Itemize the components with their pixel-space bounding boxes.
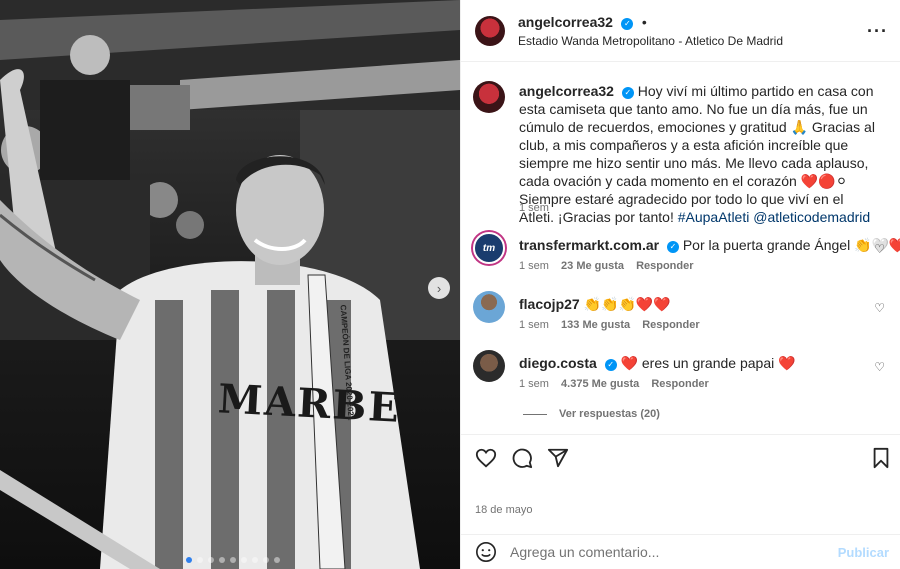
post-photo-illustration [0, 0, 460, 569]
publish-button[interactable]: Publicar [838, 545, 889, 560]
shirt-sponsor-text: MARBE [216, 375, 402, 432]
comment-time[interactable]: 1 sem [519, 378, 549, 390]
scoreboard-shape [120, 85, 190, 130]
comment-bubble-icon[interactable] [511, 447, 533, 469]
post-photo[interactable]: MARBE CAMPEÓN DE LIGA 2020-2021 › [0, 0, 460, 569]
comment-text: Por la puerta grande Ángel 👏🤍❤️ [682, 237, 900, 253]
chevron-right-icon: › [436, 280, 442, 296]
comment-meta: 1 sem 4.375 Me gusta Responder [519, 378, 718, 390]
verified-badge-icon: ✓ [621, 18, 634, 30]
carousel-dot [274, 557, 280, 563]
comment-composer: Publicar [461, 534, 900, 569]
comment-meta: 1 sem 133 Me gusta Responder [519, 319, 709, 331]
view-replies-button[interactable]: Ver respuestas (20) [523, 408, 660, 420]
header-separator: • [641, 14, 647, 30]
caption-username[interactable]: angelcorrea32 [519, 83, 614, 99]
save-bookmark-icon[interactable] [871, 447, 891, 469]
comments-scroll-area[interactable]: angelcorrea32 ✓ Hoy viví mi último parti… [461, 62, 900, 434]
comment-likes[interactable]: 23 Me gusta [561, 260, 624, 272]
view-replies-label: Ver respuestas (20) [559, 408, 660, 420]
mention-link[interactable]: @atleticodemadrid [753, 209, 870, 225]
hashtag-link[interactable]: #AupaAtleti [678, 209, 750, 225]
author-avatar[interactable] [475, 16, 505, 46]
comment-meta: 1 sem 23 Me gusta Responder [519, 260, 703, 272]
caption-text-block: angelcorrea32 ✓ Hoy viví mi último parti… [519, 82, 879, 226]
carousel-dot [230, 557, 236, 563]
carousel-dot [241, 557, 247, 563]
carousel-dot [186, 557, 192, 563]
like-heart-icon[interactable] [475, 447, 497, 469]
more-options-button[interactable]: ··· [867, 21, 888, 42]
carousel-indicator [186, 557, 280, 563]
comment-username[interactable]: diego.costa [519, 355, 597, 371]
post-details-panel: angelcorrea32 ✓ • Estadio Wanda Metropol… [460, 0, 900, 569]
author-username[interactable]: angelcorrea32 [518, 14, 613, 30]
caption-text: Hoy viví mi último partido en casa con e… [519, 83, 875, 225]
reply-button[interactable]: Responder [651, 378, 708, 390]
comment-username[interactable]: flacojp27 [519, 296, 580, 312]
like-comment-button[interactable]: ♡ [874, 301, 885, 315]
comment-time[interactable]: 1 sem [519, 319, 549, 331]
carousel-dot [208, 557, 214, 563]
caption-meta: 1 sem [519, 202, 558, 214]
comment-avatar[interactable]: tm [473, 232, 505, 264]
caption-avatar[interactable] [473, 81, 505, 113]
post-header: angelcorrea32 ✓ • Estadio Wanda Metropol… [461, 0, 900, 62]
like-comment-button[interactable]: ♡ [874, 242, 885, 256]
more-horizontal-icon: ··· [867, 21, 888, 41]
post-location[interactable]: Estadio Wanda Metropolitano - Atletico D… [518, 34, 783, 48]
carousel-dot [252, 557, 258, 563]
carousel-next-button[interactable]: › [428, 277, 450, 299]
comment-avatar[interactable] [473, 350, 505, 382]
instagram-post: MARBE CAMPEÓN DE LIGA 2020-2021 › angelc… [0, 0, 900, 569]
like-comment-button[interactable]: ♡ [874, 360, 885, 374]
heart-outline-icon: ♡ [874, 301, 885, 315]
post-actions-bar: 18 de mayo [461, 434, 900, 526]
comment-username[interactable]: transfermarkt.com.ar [519, 237, 659, 253]
caption-time[interactable]: 1 sem [519, 202, 549, 214]
heart-outline-icon: ♡ [874, 242, 885, 256]
comment-likes[interactable]: 4.375 Me gusta [561, 378, 639, 390]
verified-badge-icon: ✓ [604, 359, 617, 371]
carousel-dot [219, 557, 225, 563]
comment-text: ❤️ eres un grande papai ❤️ [620, 355, 796, 371]
replies-divider [523, 413, 547, 415]
verified-badge-icon: ✓ [621, 87, 634, 99]
comment-avatar[interactable] [473, 291, 505, 323]
share-send-icon[interactable] [547, 447, 569, 469]
post-date[interactable]: 18 de mayo [475, 504, 532, 516]
verified-badge-icon: ✓ [666, 241, 679, 253]
reply-button[interactable]: Responder [636, 260, 693, 272]
carousel-dot [263, 557, 269, 563]
heart-outline-icon: ♡ [874, 360, 885, 374]
carousel-dot [197, 557, 203, 563]
comment-likes[interactable]: 133 Me gusta [561, 319, 630, 331]
comment-input[interactable] [510, 541, 830, 563]
comment-text: 👏👏👏❤️❤️ [583, 296, 671, 312]
emoji-smiley-icon[interactable] [475, 541, 497, 563]
comment-time[interactable]: 1 sem [519, 260, 549, 272]
reply-button[interactable]: Responder [642, 319, 699, 331]
